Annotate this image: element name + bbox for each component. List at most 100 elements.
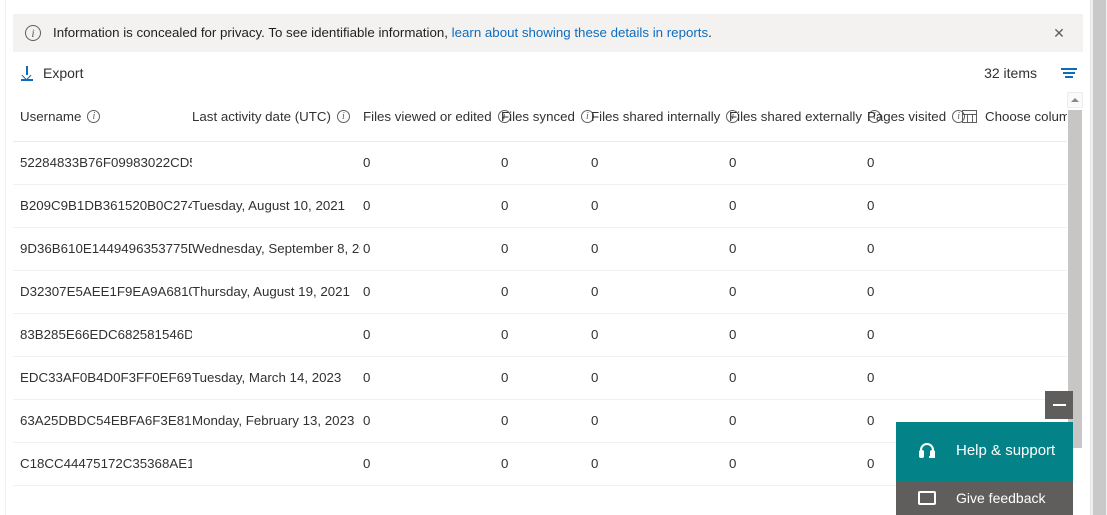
cell-last-activity-date [192,314,360,356]
cell-files-shared-externally: 0 [729,327,737,342]
privacy-banner-message: Information is concealed for privacy. To… [53,25,448,40]
feedback-icon [918,491,936,505]
cell-files-shared-externally: 0 [729,456,737,471]
cell-pages-visited: 0 [867,155,875,170]
cell-files-viewed-or-edited: 0 [363,198,371,213]
help-and-support-button[interactable]: Help & support [896,422,1073,479]
table-columns-icon [962,109,978,124]
cell-files-shared-internally: 0 [591,370,599,385]
minimize-icon [1052,404,1066,406]
cell-pages-visited: 0 [867,327,875,342]
cell-pages-visited: 0 [867,198,875,213]
minimize-help-widget-button[interactable] [1045,391,1073,419]
cell-files-viewed-or-edited: 0 [363,456,371,471]
cell-files-synced: 0 [501,155,509,170]
cell-files-synced: 0 [501,456,509,471]
cell-files-viewed-or-edited: 0 [363,241,371,256]
page-content: i Information is concealed for privacy. … [6,0,1090,515]
cell-files-shared-internally: 0 [591,155,599,170]
cell-files-shared-internally: 0 [591,284,599,299]
table-row[interactable]: B209C9B1DB361520B0C274C Tuesday, August 1… [13,185,1067,228]
cell-files-synced: 0 [501,370,509,385]
column-info-icon-last-activity-date[interactable]: i [336,110,350,123]
column-header-last-activity-date[interactable]: Last activity date (UTC) i [192,92,360,141]
cell-files-viewed-or-edited: 0 [363,370,371,385]
privacy-banner-period: . [708,25,712,40]
cell-last-activity-date [192,443,360,485]
table-row[interactable]: 9D36B610E1449496353775D8 Wednesday, Septe… [13,228,1067,271]
page-vertical-scrollbar[interactable] [1090,0,1107,515]
cell-files-shared-internally: 0 [591,456,599,471]
scroll-up-arrow-icon[interactable] [1067,92,1083,108]
column-header-files-shared-externally-label: Files shared externally [729,108,863,124]
headset-icon [918,442,936,460]
column-header-pages-visited[interactable]: Pages visited i [867,92,966,141]
cell-pages-visited: 0 [867,370,875,385]
column-info-icon-username[interactable]: i [87,110,101,123]
cell-files-shared-externally: 0 [729,155,737,170]
cell-files-shared-internally: 0 [591,413,599,428]
column-header-files-shared-internally[interactable]: Files shared internally i [591,92,740,141]
cell-files-shared-internally: 0 [591,198,599,213]
cell-files-viewed-or-edited: 0 [363,284,371,299]
export-label: Export [43,65,84,81]
table-row[interactable]: 52284833B76F09983022CD5 0 0 0 0 0 [13,142,1067,185]
cell-last-activity-date: Monday, February 13, 2023 [192,413,355,428]
privacy-info-banner: i Information is concealed for privacy. … [13,14,1083,52]
cell-username: B209C9B1DB361520B0C274C [20,198,192,213]
privacy-banner-text: Information is concealed for privacy. To… [53,25,712,41]
help-and-support-label: Help & support [956,441,1056,459]
give-feedback-label: Give feedback [956,490,1046,506]
close-banner-icon[interactable]: ✕ [1045,19,1073,47]
column-header-username[interactable]: Username i [20,92,192,141]
cell-files-shared-externally: 0 [729,370,737,385]
learn-about-showing-details-link[interactable]: learn about showing these details in rep… [452,25,709,40]
choose-columns-button[interactable]: Choose columns [962,92,1083,141]
column-header-files-synced-label: Files synced [501,108,575,124]
table-row[interactable]: D32307E5AEE1F9EA9A6810C5Thursday, August… [13,271,1067,314]
column-header-files-viewed-or-edited[interactable]: Files viewed or edited i [363,92,511,141]
cell-last-activity-date: Thursday, August 19, 2021 [192,284,350,299]
cell-files-viewed-or-edited: 0 [363,155,371,170]
cell-files-shared-externally: 0 [729,284,737,299]
cell-last-activity-date: Wednesday, September 8, 202 [192,241,360,256]
cell-username: C18CC44475172C35368AE183 [20,456,192,471]
cell-username: EDC33AF0B4D0F3FF0EF69C0 [20,370,192,385]
cell-pages-visited: 0 [867,284,875,299]
items-count: 32 items [984,65,1037,81]
cell-files-synced: 0 [501,327,509,342]
cell-username: 9D36B610E1449496353775D8 [20,241,192,256]
give-feedback-button[interactable]: Give feedback [896,479,1073,515]
cell-files-synced: 0 [501,241,509,256]
cell-files-shared-internally: 0 [591,241,599,256]
cell-files-shared-externally: 0 [729,413,737,428]
cell-username: 52284833B76F09983022CD5 [20,155,192,170]
help-and-support-widget: Help & support Give feedback [896,391,1073,515]
export-button[interactable]: Export [13,57,91,89]
grid-header-row: Username i Last activity date (UTC) i Fi… [13,92,1083,142]
cell-files-shared-internally: 0 [591,327,599,342]
cell-username: D32307E5AEE1F9EA9A6810C5 [20,284,192,299]
info-icon: i [25,25,41,41]
cell-pages-visited: 0 [867,241,875,256]
cell-files-shared-externally: 0 [729,241,737,256]
column-header-last-activity-date-label: Last activity date (UTC) [192,108,331,124]
cell-files-viewed-or-edited: 0 [363,327,371,342]
table-row[interactable]: EDC33AF0B4D0F3FF0EF69C0 Tuesday, March 14… [13,357,1067,400]
command-bar-right: 32 items [984,59,1083,87]
download-icon [19,65,35,81]
page-scrollbar-thumb[interactable] [1093,0,1106,515]
report-page: i Information is concealed for privacy. … [0,0,1107,515]
cell-files-viewed-or-edited: 0 [363,413,371,428]
column-header-files-shared-externally[interactable]: Files shared externally i [729,92,882,141]
table-row[interactable]: 83B285E66EDC682581546D4. 0 0 0 0 0 [13,314,1067,357]
command-bar: Export 32 items [13,57,1083,89]
cell-last-activity-date: Tuesday, August 10, 2021 [192,198,346,213]
column-header-files-synced[interactable]: Files synced i [501,92,594,141]
cell-files-synced: 0 [501,198,509,213]
cell-username: 63A25DBDC54EBFA6F3E810A [20,413,192,428]
filter-icon[interactable] [1055,59,1083,87]
cell-username: 83B285E66EDC682581546D4. [20,327,192,342]
cell-files-synced: 0 [501,413,509,428]
column-header-pages-visited-label: Pages visited [867,108,947,124]
